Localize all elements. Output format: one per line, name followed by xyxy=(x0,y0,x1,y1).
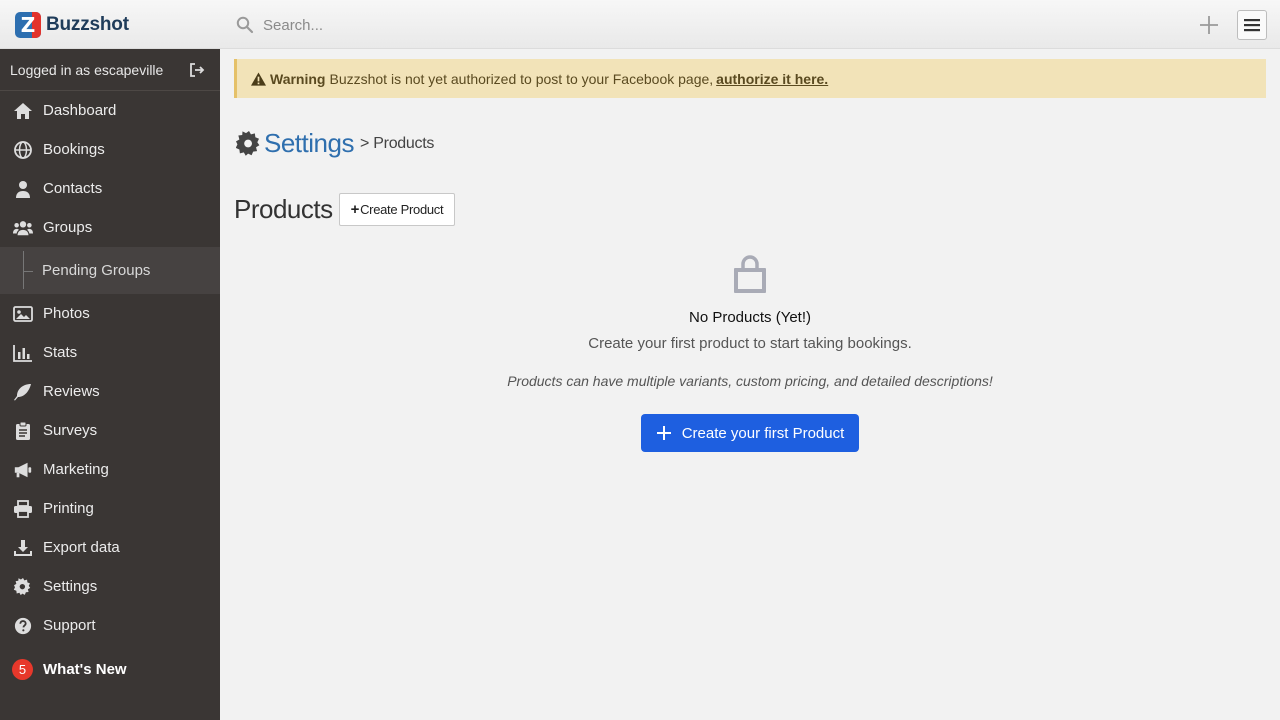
sidebar: Logged in as escapeville Dashboard Booki… xyxy=(0,49,220,720)
sidebar-item-export-data[interactable]: Export data xyxy=(0,528,220,567)
breadcrumb: Settings > Products xyxy=(236,128,434,159)
user-bar: Logged in as escapeville xyxy=(0,49,220,91)
page-title: Products xyxy=(234,194,333,224)
menu-button[interactable] xyxy=(1237,10,1267,40)
users-icon xyxy=(13,220,33,235)
sidebar-item-label: Bookings xyxy=(43,141,105,158)
brand-name: Buzzshot xyxy=(46,13,129,35)
logout-icon[interactable] xyxy=(189,62,205,78)
brand[interactable]: Z Buzzshot xyxy=(0,0,220,49)
empty-note: Products can have multiple variants, cus… xyxy=(507,373,993,389)
clipboard-icon xyxy=(16,421,30,440)
logged-in-text: Logged in as escapeville xyxy=(10,61,164,78)
sidebar-item-label: What's New xyxy=(43,660,127,678)
sidebar-item-label: Reviews xyxy=(43,383,100,400)
warning-message: Buzzshot is not yet authorized to post t… xyxy=(329,70,714,87)
sidebar-item-pending-groups[interactable]: Pending Groups xyxy=(0,247,220,294)
globe-icon xyxy=(14,140,32,159)
sidebar-item-marketing[interactable]: Marketing xyxy=(0,450,220,489)
sidebar-item-support[interactable]: Support xyxy=(0,606,220,645)
create-product-label: Create Product xyxy=(360,202,444,217)
plus-icon xyxy=(656,426,671,440)
sidebar-item-label: Export data xyxy=(43,539,120,556)
products-header: Products + Create Product xyxy=(234,193,456,226)
sidebar-item-label: Marketing xyxy=(43,461,109,478)
sidebar-item-label: Photos xyxy=(43,305,90,322)
search-input[interactable] xyxy=(263,13,863,37)
whats-new-count-badge: 5 xyxy=(12,658,33,680)
empty-subtitle: Create your first product to start takin… xyxy=(588,335,912,352)
sidebar-item-surveys[interactable]: Surveys xyxy=(0,411,220,450)
empty-state: No Products (Yet!) Create your first pro… xyxy=(234,255,1266,452)
sidebar-item-groups[interactable]: Groups xyxy=(0,208,220,247)
gear-icon xyxy=(236,130,260,156)
create-first-product-button[interactable]: Create your first Product xyxy=(641,414,859,452)
user-icon xyxy=(16,180,30,198)
sidebar-item-printing[interactable]: Printing xyxy=(0,489,220,528)
add-icon[interactable] xyxy=(1198,14,1220,36)
sidebar-item-settings[interactable]: Settings xyxy=(0,567,220,606)
create-first-product-label: Create your first Product xyxy=(681,424,845,442)
image-icon xyxy=(13,305,33,322)
megaphone-icon xyxy=(14,462,32,477)
sidebar-item-label: Pending Groups xyxy=(42,262,151,279)
buzzshot-logo-icon: Z xyxy=(15,11,41,38)
sidebar-item-label: Stats xyxy=(43,344,78,361)
hamburger-icon xyxy=(1244,19,1260,32)
bar-chart-icon xyxy=(13,344,32,362)
sidebar-item-photos[interactable]: Photos xyxy=(0,294,220,333)
sidebar-item-label: Groups xyxy=(43,219,93,236)
sidebar-item-label: Support xyxy=(43,617,96,634)
sidebar-item-label: Contacts xyxy=(43,180,103,197)
create-product-button[interactable]: + Create Product xyxy=(338,193,456,226)
download-icon xyxy=(14,539,32,556)
question-icon xyxy=(14,617,32,634)
sidebar-item-stats[interactable]: Stats xyxy=(0,333,220,372)
sidebar-item-label: Surveys xyxy=(43,422,98,439)
printer-icon xyxy=(14,499,32,518)
sidebar-item-contacts[interactable]: Contacts xyxy=(0,169,220,208)
authorize-link[interactable]: authorize it here. xyxy=(716,71,828,87)
sidebar-item-label: Settings xyxy=(43,578,98,595)
facebook-warning-banner: Warning Buzzshot is not yet authorized t… xyxy=(234,59,1266,98)
empty-title: No Products (Yet!) xyxy=(689,309,811,326)
sidebar-item-bookings[interactable]: Bookings xyxy=(0,130,220,169)
gear-icon xyxy=(13,577,31,595)
sidebar-item-reviews[interactable]: Reviews xyxy=(0,372,220,411)
feather-icon xyxy=(14,383,31,400)
home-icon xyxy=(14,102,32,119)
top-bar: Z Buzzshot xyxy=(0,0,1280,49)
sidebar-item-label: Dashboard xyxy=(43,102,117,119)
search-bar xyxy=(236,13,863,37)
sidebar-item-label: Printing xyxy=(43,500,94,517)
sidebar-item-whats-new[interactable]: 5 What's New xyxy=(0,647,220,691)
warning-label: Warning xyxy=(270,70,326,87)
breadcrumb-current: Products xyxy=(373,134,435,152)
breadcrumb-separator: > xyxy=(359,134,370,152)
sidebar-item-dashboard[interactable]: Dashboard xyxy=(0,91,220,130)
warning-icon xyxy=(251,71,266,86)
plus-icon: + xyxy=(350,201,360,218)
search-icon xyxy=(236,16,254,34)
breadcrumb-settings-link[interactable]: Settings xyxy=(264,128,354,159)
shopping-bag-icon xyxy=(734,255,766,293)
